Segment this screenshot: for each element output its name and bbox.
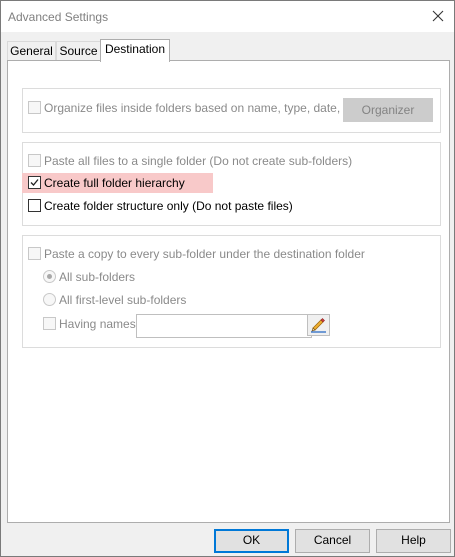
paste-single-label: Paste all files to a single folder (Do n… bbox=[44, 154, 353, 168]
cancel-button[interactable]: Cancel bbox=[295, 529, 370, 553]
tab-source-label: Source bbox=[59, 44, 98, 58]
having-names-input[interactable] bbox=[136, 314, 312, 338]
tab-source[interactable]: Source bbox=[56, 41, 101, 62]
paste-copy-label: Paste a copy to every sub-folder under t… bbox=[44, 247, 365, 261]
organize-checkbox[interactable] bbox=[28, 101, 41, 114]
advanced-settings-dialog: Advanced Settings General Source Destina… bbox=[0, 0, 455, 557]
having-names-checkbox[interactable] bbox=[43, 317, 56, 330]
tab-general[interactable]: General bbox=[7, 41, 56, 62]
close-button[interactable] bbox=[424, 1, 454, 32]
organizer-button[interactable]: Organizer bbox=[343, 98, 433, 122]
first-level-radio[interactable] bbox=[43, 293, 56, 306]
tab-destination-label: Destination bbox=[104, 42, 166, 56]
window-title: Advanced Settings bbox=[8, 10, 109, 24]
structure-only-checkbox[interactable] bbox=[28, 199, 41, 212]
tab-general-label: General bbox=[10, 44, 53, 58]
paste-single-checkbox[interactable] bbox=[28, 154, 41, 167]
checkmark-icon bbox=[30, 179, 39, 186]
full-hierarchy-checkbox[interactable] bbox=[28, 176, 41, 189]
radio-selected-dot bbox=[47, 274, 52, 279]
first-level-label: All first-level sub-folders bbox=[59, 293, 187, 307]
full-hierarchy-label: Create full folder hierarchy bbox=[44, 176, 185, 190]
title-bar[interactable]: Advanced Settings bbox=[1, 1, 454, 32]
tab-destination[interactable]: Destination bbox=[100, 39, 170, 62]
structure-only-label: Create folder structure only (Do not pas… bbox=[44, 199, 293, 213]
all-subfolders-radio[interactable] bbox=[43, 270, 56, 283]
having-names-label: Having names: bbox=[59, 317, 140, 331]
ok-button[interactable]: OK bbox=[214, 529, 289, 553]
all-subfolders-label: All sub-folders bbox=[59, 270, 136, 284]
close-icon bbox=[432, 10, 444, 22]
pencil-icon bbox=[311, 318, 326, 333]
paste-copy-checkbox[interactable] bbox=[28, 247, 41, 260]
organize-checkbox-label: Organize files inside folders based on n… bbox=[44, 101, 360, 115]
help-button[interactable]: Help bbox=[376, 529, 451, 553]
names-edit-button[interactable] bbox=[307, 314, 330, 336]
